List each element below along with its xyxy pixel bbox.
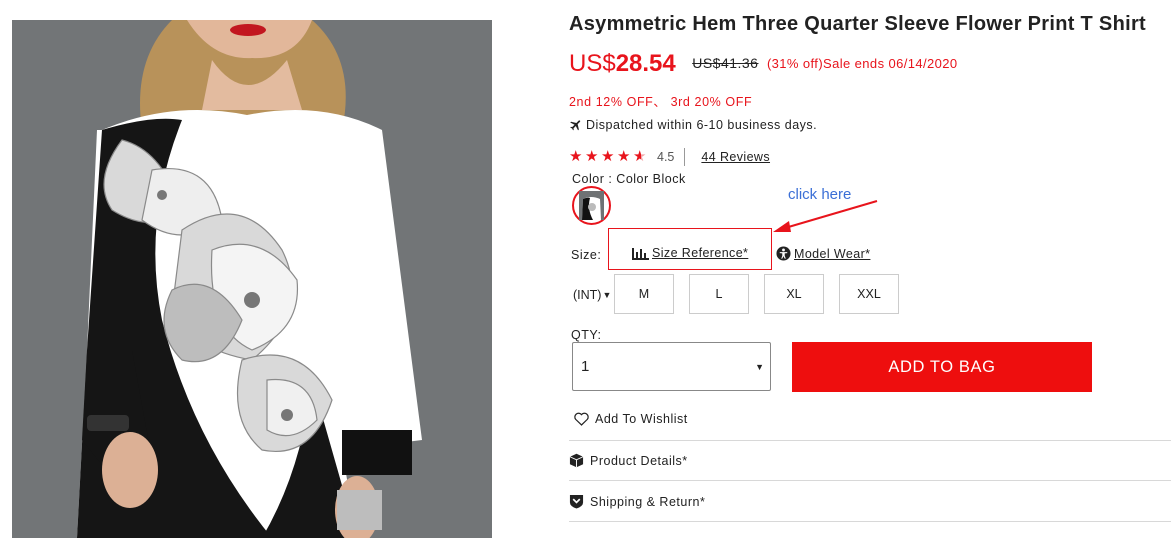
star-icon: ★ [601, 148, 615, 165]
half-star-icon: ★ [633, 149, 649, 165]
add-to-wishlist-link[interactable]: Add To Wishlist [573, 411, 688, 426]
divider [569, 440, 1171, 441]
star-icon: ★ [585, 148, 599, 165]
product-details-label: Product Details* [590, 453, 688, 468]
price-value: 28.54 [615, 50, 676, 77]
qty-label: QTY: [571, 328, 602, 342]
airplane-icon [570, 120, 581, 131]
box-icon [569, 453, 584, 468]
product-info-panel: Asymmetric Hem Three Quarter Sleeve Flow… [569, 0, 1171, 538]
model-wear-label: Model Wear* [794, 246, 871, 261]
color-swatch-thumbnail [579, 191, 604, 220]
color-swatch-selected[interactable] [572, 186, 611, 225]
product-image [12, 20, 492, 538]
product-title: Asymmetric Hem Three Quarter Sleeve Flow… [569, 13, 1146, 35]
shipping-return-section[interactable]: Shipping & Return* [569, 494, 705, 509]
size-system-label: (INT) [573, 288, 602, 302]
qty-value: 1 [581, 358, 590, 375]
person-circle-icon [776, 246, 791, 261]
size-reference-link[interactable]: Size Reference* [632, 246, 748, 260]
rating-divider [684, 148, 686, 166]
caret-down-icon: ▼ [602, 290, 612, 300]
price-row: US$28.54 US$41.36 (31% off)Sale ends 06/… [569, 50, 958, 78]
product-details-section[interactable]: Product Details* [569, 453, 688, 468]
dispatch-info: Dispatched within 6-10 business days. [569, 118, 817, 132]
size-option-xxl[interactable]: XXL [839, 274, 899, 314]
rating-stars: ★ ★ ★ ★ ★ [569, 149, 649, 165]
model-wear-link[interactable]: Model Wear* [776, 246, 870, 261]
rating-row: ★ ★ ★ ★ ★ 4.5 44 Reviews [569, 148, 770, 166]
divider [569, 521, 1171, 522]
promo-text: 2nd 12% OFF、 3rd 20% OFF [569, 95, 753, 109]
wishlist-label: Add To Wishlist [595, 411, 688, 426]
size-option-m[interactable]: M [614, 274, 674, 314]
rating-value: 4.5 [657, 150, 675, 164]
discount-text: (31% off)Sale ends 06/14/2020 [766, 56, 958, 71]
size-option-xl[interactable]: XL [764, 274, 824, 314]
caret-down-icon: ▼ [755, 362, 764, 372]
shipping-return-label: Shipping & Return* [590, 494, 706, 509]
old-price: US$41.36 [692, 55, 759, 71]
dispatch-text: Dispatched within 6-10 business days. [586, 118, 818, 132]
size-label: Size: [571, 248, 602, 262]
shield-chevron-icon [569, 494, 584, 509]
star-icon: ★ [617, 148, 631, 165]
divider [569, 480, 1171, 481]
color-label: Color : Color Block [572, 172, 686, 186]
star-icon: ★ [569, 148, 583, 165]
size-reference-label: Size Reference* [652, 246, 749, 260]
current-price: US$28.54 [569, 50, 676, 77]
add-to-bag-button[interactable]: ADD TO BAG [792, 342, 1092, 392]
heart-icon [574, 412, 589, 426]
size-option-l[interactable]: L [689, 274, 749, 314]
qty-select[interactable]: 1 ▼ [572, 342, 771, 391]
size-system-dropdown[interactable]: (INT) ▼ [573, 288, 611, 302]
annotation-arrow-icon [773, 200, 878, 232]
bar-chart-icon [632, 247, 649, 260]
price-currency: US$ [569, 50, 616, 77]
reviews-link[interactable]: 44 Reviews [701, 150, 770, 164]
